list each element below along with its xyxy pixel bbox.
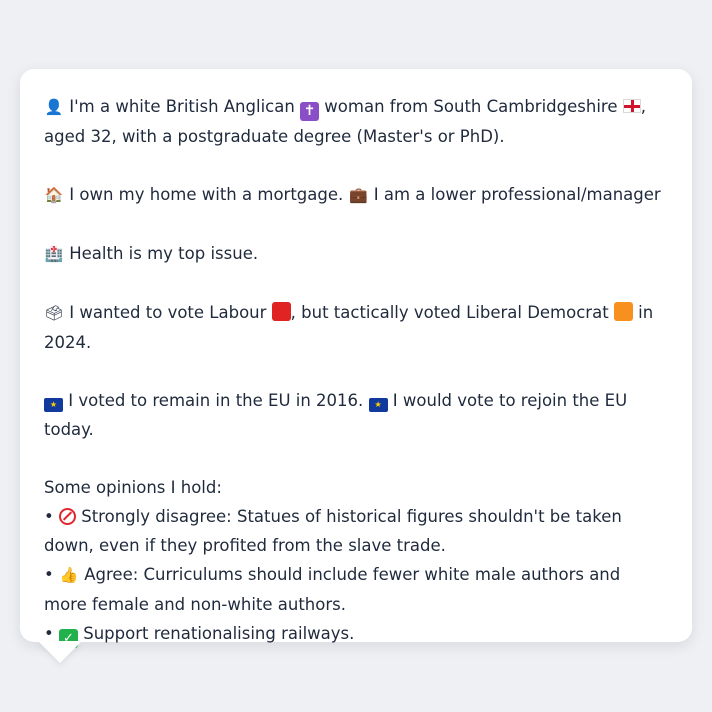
red-square-icon <box>271 302 291 321</box>
tactical-vote-text: , but tactically voted Liberal Democrat <box>290 303 609 322</box>
thumbs-up-icon: 👍 <box>59 566 79 584</box>
opinions-heading: Some opinions I hold: <box>44 478 222 497</box>
eu-flag-icon: ★ <box>44 398 63 412</box>
location-text: woman from South Cambridgeshire <box>324 97 618 116</box>
opinion-text: Support renationalising railways. <box>83 624 355 643</box>
eu-paragraph: ★ I voted to remain in the EU in 2016. ★… <box>44 386 668 444</box>
opinions-list: Some opinions I hold: • Strongly disagre… <box>44 473 668 648</box>
list-item: • 👍 Agree: Curriculums should include fe… <box>44 560 668 619</box>
identity-text: I'm a white British Anglican <box>69 97 295 116</box>
identity-paragraph: 👤 I'm a white British Anglican ✝ woman f… <box>44 92 668 151</box>
issue-paragraph: 🏥 Health is my top issue. <box>44 239 668 269</box>
bubble-tail <box>38 641 82 663</box>
vote-paragraph: 🗳 I wanted to vote Labour , but tactical… <box>44 298 668 357</box>
england-flag-icon <box>622 99 641 113</box>
house-icon: 🏠 <box>44 186 64 204</box>
occupation-text: I am a lower professional/manager <box>373 185 661 204</box>
housing-text: I own my home with a mortgage. <box>69 185 344 204</box>
orange-square-icon <box>613 302 633 321</box>
ballot-box-icon: 🗳 <box>44 304 64 322</box>
briefcase-icon: 💼 <box>349 186 368 204</box>
eu-flag-icon: ★ <box>368 398 388 412</box>
top-issue-text: Health is my top issue. <box>69 244 259 263</box>
latin-cross-icon: ✝ <box>300 102 320 121</box>
bust-in-silhouette-icon: 👤 <box>44 98 64 116</box>
no-entry-icon <box>58 508 76 525</box>
housing-paragraph: 🏠 I own my home with a mortgage. 💼 I am … <box>44 180 668 210</box>
message-bubble: 👤 I'm a white British Anglican ✝ woman f… <box>20 69 692 648</box>
opinion-text: Agree: Curriculums should include fewer … <box>44 565 621 614</box>
vote-intent-text: I wanted to vote Labour <box>69 303 267 322</box>
referendum-text: I voted to remain in the EU in 2016. <box>68 391 364 410</box>
list-item: • ✓ Support renationalising railways. <box>44 624 355 648</box>
hospital-icon: 🏥 <box>44 245 64 263</box>
list-item: • Strongly disagree: Statues of historic… <box>44 507 622 555</box>
opinion-text: Strongly disagree: Statues of historical… <box>44 507 622 555</box>
